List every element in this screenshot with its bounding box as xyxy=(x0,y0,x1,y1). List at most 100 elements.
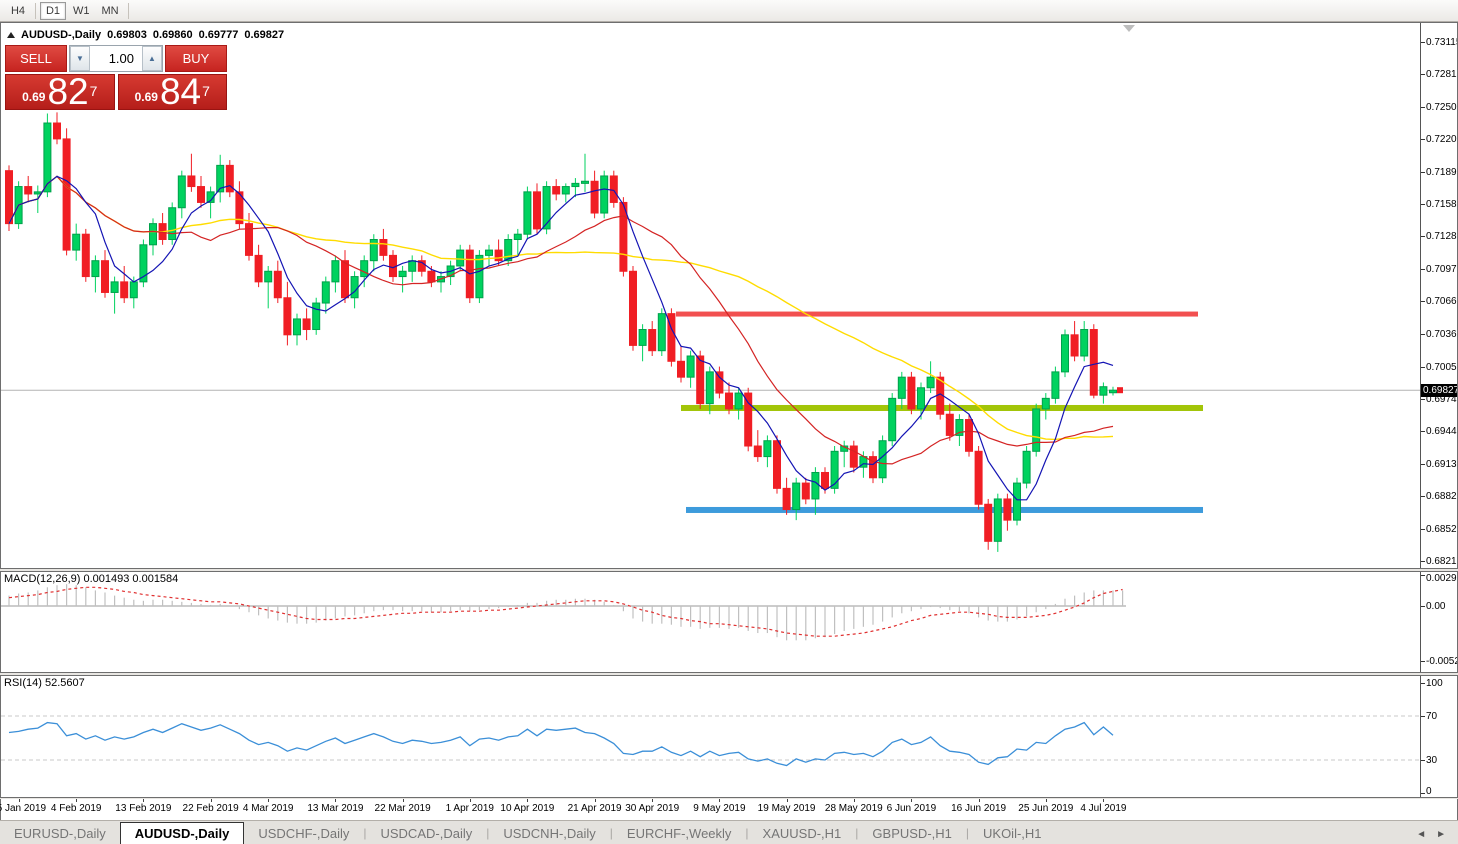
date-axis-label: 1 Apr 2019 xyxy=(446,803,494,814)
date-axis-tick xyxy=(335,799,336,802)
timeframe-button-h4[interactable]: H4 xyxy=(5,2,31,20)
tab-scroll-right-icon[interactable]: ► xyxy=(1436,829,1446,840)
price-axis-tick xyxy=(1421,529,1425,530)
tab-scroll-controls: ◄► xyxy=(1416,829,1458,844)
date-axis-tick xyxy=(527,799,528,802)
price-axis-tick xyxy=(1421,301,1425,302)
timeframe-button-w1[interactable]: W1 xyxy=(68,2,95,20)
chart-tab-xauusd-h1[interactable]: XAUUSD-,H1 xyxy=(749,822,856,844)
date-axis-tick xyxy=(76,799,77,802)
toolbar-separator xyxy=(35,3,36,19)
timeframe-button-d1[interactable]: D1 xyxy=(40,2,66,20)
chart-tab-ukoil-h1[interactable]: UKOil-,H1 xyxy=(969,822,1056,844)
rsi-plot[interactable]: RSI(14) 52.5607 xyxy=(1,676,1421,797)
collapse-triangle-icon[interactable] xyxy=(7,32,15,38)
rsi-axis-tick xyxy=(1421,716,1425,717)
macd-axis-label: 0.00 xyxy=(1426,601,1445,612)
chart-tab-usdchf-daily[interactable]: USDCHF-,Daily xyxy=(244,822,363,844)
chart-tab-usdcad-daily[interactable]: USDCAD-,Daily xyxy=(366,822,486,844)
macd-axis-label: 0.002984 xyxy=(1426,573,1457,584)
price-axis-label: 0.70360 xyxy=(1426,329,1457,340)
timeframe-button-mn[interactable]: MN xyxy=(97,2,124,20)
date-axis-label: 22 Mar 2019 xyxy=(375,803,431,814)
date-axis-tick xyxy=(470,799,471,802)
price-axis-tick xyxy=(1421,172,1425,173)
chart-symbol-label: AUDUSD-,Daily xyxy=(21,29,101,41)
price-axis-label: 0.72200 xyxy=(1426,134,1457,145)
price-axis-tick xyxy=(1421,204,1425,205)
chart-title: AUDUSD-,Daily 0.69803 0.69860 0.69777 0.… xyxy=(7,29,284,41)
price-axis-tick xyxy=(1421,334,1425,335)
price-axis-label: 0.72810 xyxy=(1426,69,1457,80)
sell-price-big: 82 xyxy=(47,77,88,107)
price-axis-tick xyxy=(1421,42,1425,43)
date-axis-tick xyxy=(1046,799,1047,802)
price-chart-plot[interactable]: AUDUSD-,Daily 0.69803 0.69860 0.69777 0.… xyxy=(1,23,1421,568)
price-axis-tick xyxy=(1421,367,1425,368)
price-axis[interactable]: 0.69827 0.73115 0.72810 0.72505 0.72200 0.71… xyxy=(1421,23,1457,568)
buy-button[interactable]: BUY xyxy=(165,45,227,72)
volume-decrease-button[interactable]: ▼ xyxy=(70,46,90,71)
macd-axis-label: -0.005256 xyxy=(1426,656,1457,667)
sell-price-tile[interactable]: 0.69 82 7 xyxy=(5,74,115,110)
price-axis-label: 0.72505 xyxy=(1426,102,1457,113)
date-axis-tick xyxy=(854,799,855,802)
date-axis-tick xyxy=(1103,799,1104,802)
price-axis-tick xyxy=(1421,464,1425,465)
date-axis-tick xyxy=(143,799,144,802)
chart-tab-eurusd-daily[interactable]: EURUSD-,Daily xyxy=(0,822,120,844)
chart-tab-gbpusd-h1[interactable]: GBPUSD-,H1 xyxy=(858,822,965,844)
one-click-trading-widget: SELL ▼ 1.00 ▲ BUY 0.69 82 7 0.69 84 7 xyxy=(5,45,227,110)
date-axis-label: 28 May 2019 xyxy=(825,803,883,814)
date-axis-label: 9 May 2019 xyxy=(693,803,745,814)
buy-price-big: 84 xyxy=(160,77,201,107)
price-axis-label: 0.71890 xyxy=(1426,167,1457,178)
date-axis-label: 21 Apr 2019 xyxy=(568,803,622,814)
chart-shift-marker-icon[interactable] xyxy=(1123,25,1135,32)
date-axis-tick xyxy=(719,799,720,802)
macd-panel: MACD(12,26,9) 0.001493 0.001584 0.002984… xyxy=(0,571,1458,673)
date-axis[interactable]: 25 Jan 20194 Feb 201913 Feb 201922 Feb 2… xyxy=(0,799,1458,820)
rsi-axis-label: 30 xyxy=(1426,755,1437,766)
rsi-chart xyxy=(1,676,1421,797)
date-axis-label: 25 Jun 2019 xyxy=(1018,803,1073,814)
rsi-axis-label: 70 xyxy=(1426,711,1437,722)
date-axis-tick xyxy=(652,799,653,802)
volume-increase-button[interactable]: ▲ xyxy=(142,46,162,71)
rsi-axis-tick xyxy=(1421,683,1425,684)
timeframe-toolbar: H4 D1W1MN xyxy=(0,0,1458,22)
macd-axis-tick xyxy=(1421,606,1425,607)
sell-button[interactable]: SELL xyxy=(5,45,67,72)
date-axis-label: 4 Mar 2019 xyxy=(243,803,294,814)
rsi-axis-label: 100 xyxy=(1426,678,1443,689)
chart-tab-eurchf-weekly[interactable]: EURCHF-,Weekly xyxy=(613,822,746,844)
price-axis-tick xyxy=(1421,269,1425,270)
rsi-axis: 10070300 xyxy=(1421,676,1457,797)
date-axis-label: 22 Feb 2019 xyxy=(183,803,239,814)
price-axis-label: 0.68825 xyxy=(1426,491,1457,502)
rsi-axis-tick xyxy=(1421,760,1425,761)
macd-plot[interactable]: MACD(12,26,9) 0.001493 0.001584 xyxy=(1,572,1421,672)
macd-axis-tick xyxy=(1421,661,1425,662)
chart-tab-audusd-daily[interactable]: AUDUSD-,Daily xyxy=(120,822,245,844)
price-axis-label: 0.73115 xyxy=(1426,37,1457,48)
buy-price-pip: 7 xyxy=(202,75,210,107)
price-axis-tick xyxy=(1421,561,1425,562)
price-axis-label: 0.68210 xyxy=(1426,556,1457,567)
price-axis-label: 0.70970 xyxy=(1426,264,1457,275)
tab-scroll-left-icon[interactable]: ◄ xyxy=(1416,829,1426,840)
price-axis-label: 0.69440 xyxy=(1426,426,1457,437)
sell-price-pip: 7 xyxy=(90,75,98,107)
ohlc-low: 0.69777 xyxy=(199,29,239,41)
price-axis-tick xyxy=(1421,74,1425,75)
chart-tab-usdcnh-daily[interactable]: USDCNH-,Daily xyxy=(489,822,609,844)
ohlc-close: 0.69827 xyxy=(244,29,284,41)
main-chart-panel: AUDUSD-,Daily 0.69803 0.69860 0.69777 0.… xyxy=(0,22,1458,569)
volume-input[interactable]: 1.00 xyxy=(90,46,142,71)
price-axis-label: 0.71585 xyxy=(1426,199,1457,210)
rsi-panel: RSI(14) 52.5607 10070300 xyxy=(0,675,1458,798)
rsi-label: RSI(14) 52.5607 xyxy=(4,677,85,689)
buy-price-tile[interactable]: 0.69 84 7 xyxy=(118,74,228,110)
date-axis-tick xyxy=(595,799,596,802)
current-price-tag: 0.69827 xyxy=(1421,384,1457,397)
